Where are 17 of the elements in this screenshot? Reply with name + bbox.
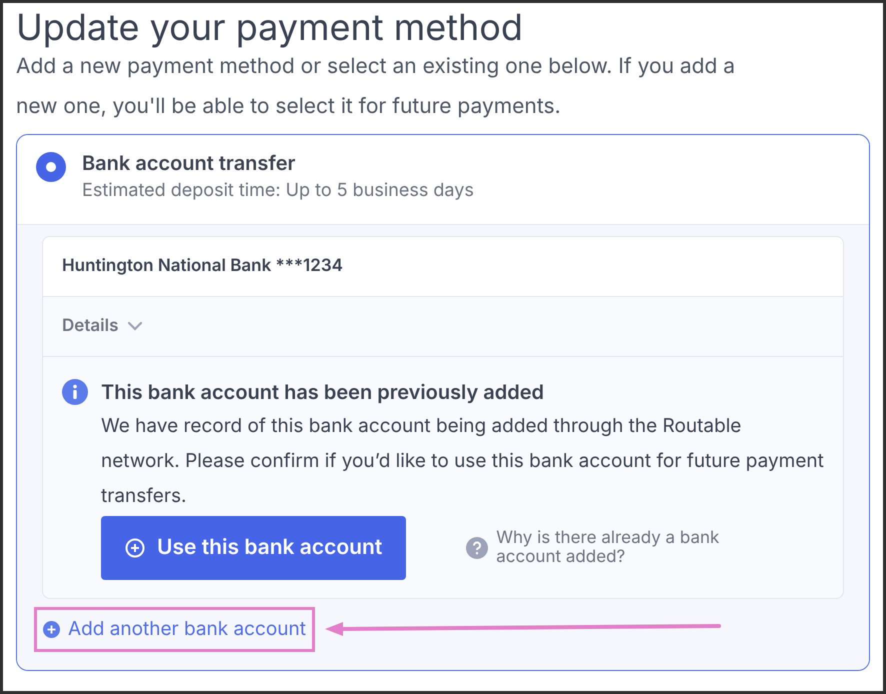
help-link[interactable]: Why is there already a bank account added? — [496, 529, 766, 567]
add-account-link[interactable]: Add another bank account — [68, 615, 306, 644]
plus-circle-icon — [43, 620, 60, 638]
bank-account-name: Huntington National Bank ***1234 — [62, 256, 343, 276]
option-subtitle: Estimated deposit time: Up to 5 business days — [82, 179, 474, 203]
radio-button[interactable] — [36, 152, 66, 182]
page-subtitle: Add a new payment method or select an existing one below. If you add a new one, you'll be able to select it for future payments. — [16, 53, 736, 121]
option-title: Bank account transfer — [82, 150, 296, 177]
details-toggle[interactable]: Details — [62, 314, 144, 339]
chevron-down-icon — [126, 320, 144, 332]
notice-text: We have record of this bank account being added through the Routable network. Please confirm if you’d like to use this bank account for future payment transfers. — [101, 413, 824, 509]
info-icon — [62, 379, 88, 405]
help-icon — [466, 537, 488, 559]
use-account-button[interactable]: Use this bank account — [101, 516, 406, 580]
page-title: Update your payment method — [16, 5, 524, 49]
notice-title: This bank account has been previously added — [101, 379, 546, 405]
plus-circle-icon — [125, 538, 145, 558]
